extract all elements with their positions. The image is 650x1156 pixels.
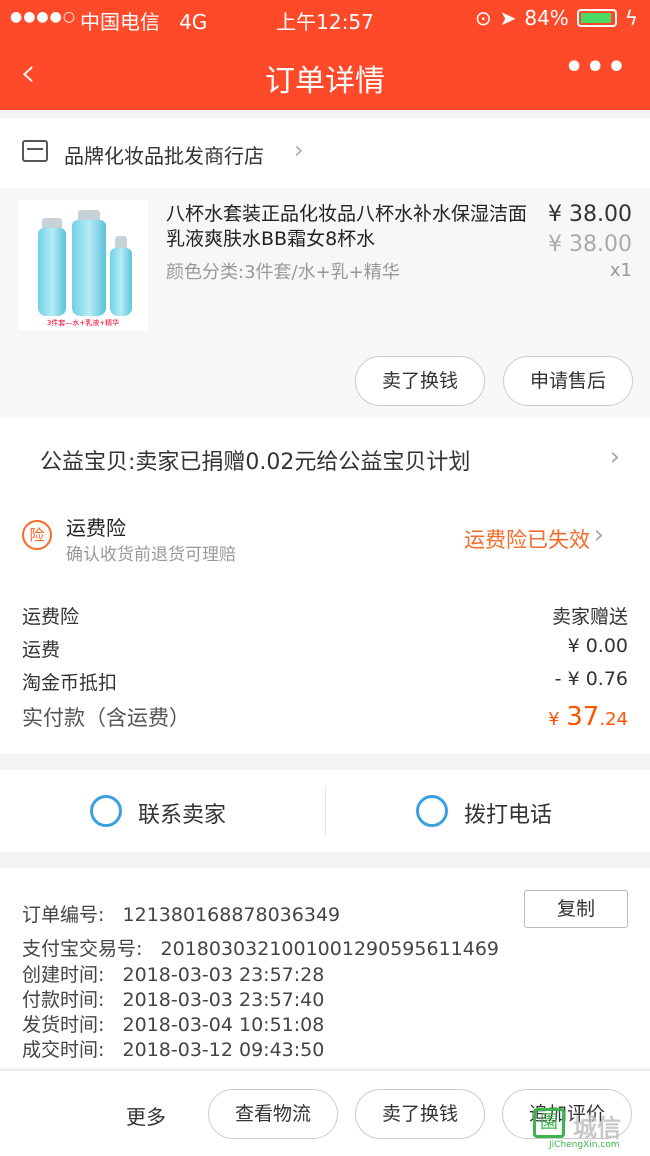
call-phone-button[interactable]: 拨打电话: [325, 786, 650, 836]
shipped-time-row: 发货时间: 2018-03-04 10:51:08: [22, 1014, 325, 1036]
more-menu-icon[interactable]: •••: [564, 50, 628, 85]
chevron-right-icon: ›: [294, 136, 304, 164]
fee-label: 运费: [22, 639, 61, 661]
location-icon: ➤: [499, 6, 517, 30]
fee-value: 卖家赠送: [551, 606, 628, 628]
fee-value: ¥ 0.00: [567, 635, 628, 657]
product-price: ¥ 38.00: [548, 202, 632, 227]
more-actions-button[interactable]: 更多: [126, 1101, 166, 1130]
battery-icon: [576, 9, 617, 27]
insurance-icon: 险: [22, 520, 52, 550]
chevron-right-icon: ›: [609, 442, 620, 472]
rotation-lock-icon: ⊙: [474, 6, 492, 30]
battery-percent: 84%: [524, 6, 569, 30]
contact-seller-button[interactable]: 联系卖家: [0, 770, 325, 852]
contact-bar: 联系卖家 拨打电话: [0, 770, 650, 852]
apply-after-sale-button[interactable]: 申请售后: [503, 356, 633, 406]
fee-row: 淘金币抵扣 - ¥ 0.76: [22, 668, 628, 695]
product-image-caption: 3件套—水+乳液+精华: [46, 319, 120, 327]
alipay-number-row: 支付宝交易号: 2018030321001001290595611469: [22, 938, 500, 960]
fee-summary: 运费险 卖家赠送 运费 ¥ 0.00 淘金币抵扣 - ¥ 0.76 实付款（含运…: [0, 578, 650, 754]
view-logistics-button[interactable]: 查看物流: [208, 1089, 338, 1139]
insurance-subtitle: 确认收货前退货可理赔: [66, 545, 236, 565]
order-info: 订单编号: 121380168878036349 复制 支付宝交易号: 2018…: [0, 868, 650, 1068]
fee-label: 淘金币抵扣: [22, 672, 118, 694]
insurance-status: 运费险已失效: [464, 528, 590, 552]
copy-button[interactable]: 复制: [524, 890, 628, 928]
sell-for-cash-button[interactable]: 卖了换钱: [355, 356, 485, 406]
status-bar: ●●●●○ 中国电信 4G 上午12:57 ⊙ ➤ 84% ϟ: [0, 0, 650, 36]
page-title: 订单详情: [265, 64, 385, 99]
fee-row: 运费 ¥ 0.00: [22, 635, 628, 662]
shop-name: 品牌化妆品批发商行店: [64, 144, 264, 168]
total-amount: ¥ 37.24: [548, 702, 628, 732]
store-icon: [22, 140, 48, 162]
created-time-row: 创建时间: 2018-03-03 23:57:28: [22, 964, 325, 986]
product-title[interactable]: 八杯水套装正品化妆品八杯水补水保湿洁面乳液爽肤水BB霜女8杯水: [166, 202, 536, 252]
total-label: 实付款（含运费）: [22, 706, 190, 730]
order-number-row: 订单编号: 121380168878036349: [22, 904, 341, 926]
chat-face-icon: [90, 795, 122, 827]
call-phone-label: 拨打电话: [464, 803, 553, 828]
fee-label: 运费险: [22, 606, 80, 628]
watermark-logo: 園 城信 JiChengXin.com: [533, 1106, 645, 1154]
sell-for-cash-button[interactable]: 卖了换钱: [355, 1089, 485, 1139]
paid-time-row: 付款时间: 2018-03-03 23:57:40: [22, 989, 325, 1011]
fee-value: - ¥ 0.76: [554, 668, 628, 690]
insurance-title: 运费险: [66, 516, 126, 540]
shipping-insurance-row[interactable]: 险 运费险 确认收货前退货可理赔 运费险已失效 ›: [0, 498, 650, 578]
charging-icon: ϟ: [624, 6, 638, 30]
order-number[interactable]: 121380168878036349: [123, 904, 341, 926]
chevron-right-icon: ›: [593, 520, 604, 550]
shop-row[interactable]: 品牌化妆品批发商行店 ›: [0, 118, 650, 188]
charity-text: 公益宝贝:卖家已捐赠0.02元给公益宝贝计划: [40, 450, 471, 475]
nav-bar: ‹ 订单详情 •••: [0, 36, 650, 110]
fee-row: 运费险 卖家赠送: [22, 602, 628, 629]
contact-seller-label: 联系卖家: [138, 803, 227, 828]
charity-row[interactable]: 公益宝贝:卖家已捐赠0.02元给公益宝贝计划 ›: [0, 418, 650, 498]
phone-icon: [416, 795, 448, 827]
product-quantity: x1: [609, 260, 632, 281]
product-original-price: ¥ 38.00: [548, 232, 632, 257]
status-right: ⊙ ➤ 84% ϟ: [475, 6, 638, 30]
product-card[interactable]: 3件套—水+乳液+精华 八杯水套装正品化妆品八杯水补水保湿洁面乳液爽肤水BB霜女…: [0, 188, 650, 418]
product-sku: 颜色分类:3件套/水+乳+精华: [166, 262, 400, 283]
product-image[interactable]: 3件套—水+乳液+精华: [18, 200, 148, 330]
total-paid-row: 实付款（含运费） ¥ 37.24: [22, 702, 628, 732]
completed-time-row: 成交时间: 2018-03-12 09:43:50: [22, 1039, 325, 1061]
